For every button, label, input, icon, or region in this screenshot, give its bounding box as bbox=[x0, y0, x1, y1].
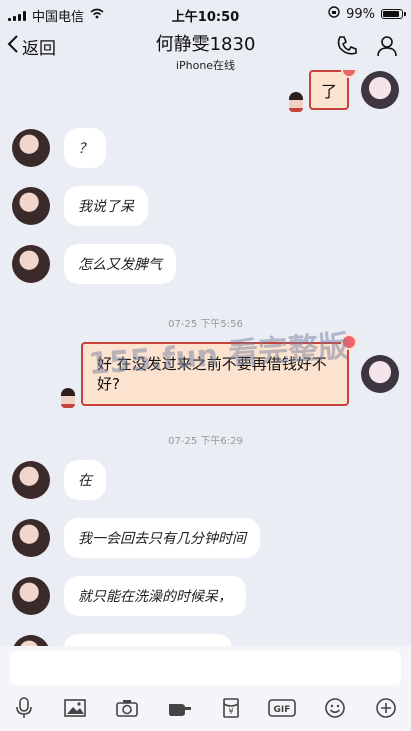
image-icon[interactable] bbox=[63, 698, 87, 723]
status-bar: 中国电信 上午10:50 99% bbox=[0, 0, 411, 28]
message-bubble[interactable]: 我说了呆 bbox=[64, 186, 148, 226]
avatar[interactable] bbox=[361, 355, 399, 393]
sticker-decoration bbox=[288, 92, 303, 112]
message-bubble[interactable]: 在 bbox=[64, 460, 106, 500]
message-text: 我一会回去只有几分钟时间 bbox=[78, 531, 246, 547]
timestamp: 07-25 下午6:29 bbox=[168, 436, 243, 447]
message-text: 怎么又发脾气 bbox=[78, 257, 162, 273]
input-area bbox=[0, 646, 411, 690]
message-text: 好 在没发过来之前不要再借钱好不好? bbox=[97, 355, 327, 393]
input-toolbar: ¥ GIF bbox=[0, 690, 411, 731]
message-text: 我说了呆 bbox=[78, 199, 134, 215]
avatar[interactable] bbox=[12, 519, 50, 557]
microphone-icon[interactable] bbox=[14, 696, 34, 725]
flower-decoration bbox=[343, 70, 355, 76]
avatar[interactable] bbox=[12, 461, 50, 499]
message-received: 我说了呆 bbox=[12, 186, 148, 226]
chat-area[interactable]: 了 ？ 我说了呆 怎么又发脾气 07-25 下午5:56 好 在没发过来之前不要… bbox=[0, 70, 411, 646]
battery-icon bbox=[381, 9, 406, 19]
battery-percent: 99% bbox=[346, 6, 375, 22]
avatar[interactable] bbox=[12, 187, 50, 225]
message-bubble[interactable] bbox=[64, 634, 232, 646]
avatar[interactable] bbox=[12, 577, 50, 615]
message-received: ？ bbox=[12, 128, 106, 168]
back-label: 返回 bbox=[22, 39, 56, 59]
lock-rotation-icon bbox=[328, 6, 340, 22]
message-bubble[interactable]: 好 在没发过来之前不要再借钱好不好? bbox=[61, 336, 355, 408]
flower-decoration bbox=[343, 336, 355, 348]
avatar[interactable] bbox=[12, 245, 50, 283]
message-input[interactable] bbox=[10, 651, 401, 685]
message-bubble[interactable]: 就只能在洗澡的时候呆， bbox=[64, 576, 246, 616]
message-received-partial bbox=[12, 634, 232, 646]
red-packet-icon[interactable]: ¥ bbox=[222, 697, 240, 724]
avatar[interactable] bbox=[361, 71, 399, 109]
message-received: 在 bbox=[12, 460, 106, 500]
message-bubble[interactable]: 怎么又发脾气 bbox=[64, 244, 176, 284]
chevron-left-icon bbox=[6, 34, 20, 59]
avatar[interactable] bbox=[12, 129, 50, 167]
message-sent: 了 bbox=[288, 70, 399, 112]
message-bubble[interactable]: 了 bbox=[288, 70, 355, 112]
message-sent: 好 在没发过来之前不要再借钱好不好? bbox=[61, 336, 399, 408]
camera-icon[interactable] bbox=[115, 698, 139, 723]
message-bubble[interactable]: ？ bbox=[64, 128, 106, 168]
timestamp: 07-25 下午5:56 bbox=[168, 319, 243, 330]
back-button[interactable]: 返回 bbox=[6, 34, 56, 59]
message-text: ？ bbox=[78, 141, 92, 157]
message-text: 了 bbox=[320, 82, 337, 101]
avatar[interactable] bbox=[12, 635, 50, 646]
header-actions bbox=[335, 34, 399, 62]
plus-icon[interactable] bbox=[375, 697, 397, 724]
message-received: 怎么又发脾气 bbox=[12, 244, 176, 284]
message-text: 在 bbox=[78, 473, 92, 489]
status-right: 99% bbox=[328, 6, 406, 22]
profile-icon[interactable] bbox=[375, 34, 399, 62]
gif-icon[interactable]: GIF bbox=[268, 698, 296, 723]
message-received: 我一会回去只有几分钟时间 bbox=[12, 518, 260, 558]
message-received: 就只能在洗澡的时候呆， bbox=[12, 576, 246, 616]
message-text: 就只能在洗澡的时候呆， bbox=[78, 589, 232, 605]
svg-text:¥: ¥ bbox=[228, 707, 233, 716]
svg-text:GIF: GIF bbox=[274, 705, 291, 715]
phone-icon[interactable] bbox=[335, 34, 359, 62]
message-bubble[interactable]: 我一会回去只有几分钟时间 bbox=[64, 518, 260, 558]
poke-icon[interactable] bbox=[167, 698, 193, 723]
emoji-icon[interactable] bbox=[324, 697, 346, 724]
sticker-decoration bbox=[61, 388, 75, 408]
chat-header: 返回 何静雯1830 iPhone在线 bbox=[0, 28, 411, 72]
